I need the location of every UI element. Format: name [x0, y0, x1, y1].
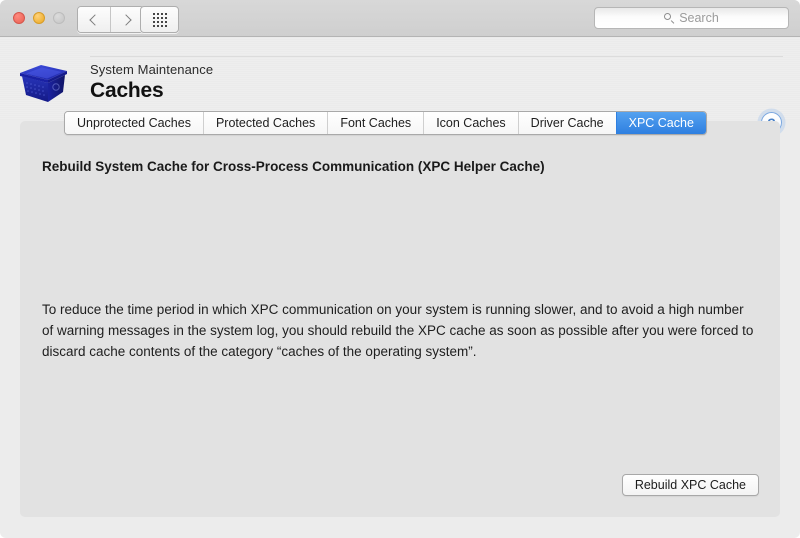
- back-button[interactable]: [78, 7, 110, 32]
- page-header: System Maintenance Caches ?: [0, 37, 800, 133]
- window-controls: [13, 12, 65, 24]
- app-window: Search System Maintenance Caches Unprote…: [0, 0, 800, 538]
- tab-protected-caches[interactable]: Protected Caches: [202, 112, 328, 134]
- tab-bar: Unprotected Caches Protected Caches Font…: [64, 111, 707, 135]
- breadcrumb: System Maintenance: [90, 62, 214, 77]
- tab-icon-caches[interactable]: Icon Caches: [423, 112, 518, 134]
- tab-unprotected-caches[interactable]: Unprotected Caches: [65, 112, 203, 134]
- grid-view-button[interactable]: [140, 6, 179, 33]
- navigation-buttons: [77, 6, 144, 33]
- blue-crate-icon: [20, 65, 67, 102]
- grid-view-icon: [152, 12, 167, 27]
- minimize-button[interactable]: [33, 12, 45, 24]
- search-content: Search: [664, 11, 719, 25]
- section-heading: Rebuild System Cache for Cross-Process C…: [42, 159, 545, 174]
- search-placeholder: Search: [679, 11, 719, 25]
- search-icon: [664, 13, 674, 23]
- zoom-button: [53, 12, 65, 24]
- chevron-left-icon: [89, 13, 101, 26]
- tab-xpc-cache[interactable]: XPC Cache: [615, 112, 706, 134]
- tab-font-caches[interactable]: Font Caches: [327, 112, 424, 134]
- header-divider: [90, 56, 783, 57]
- page-title: Caches: [90, 79, 164, 102]
- search-input[interactable]: Search: [594, 7, 789, 29]
- forward-button[interactable]: [110, 7, 143, 32]
- chevron-right-icon: [120, 13, 132, 26]
- rebuild-xpc-cache-button[interactable]: Rebuild XPC Cache: [621, 474, 759, 496]
- close-button[interactable]: [13, 12, 25, 24]
- titlebar: Search: [0, 0, 800, 37]
- content-panel: Rebuild System Cache for Cross-Process C…: [20, 121, 780, 517]
- section-description: To reduce the time period in which XPC c…: [42, 302, 754, 359]
- tab-driver-cache[interactable]: Driver Cache: [517, 112, 616, 134]
